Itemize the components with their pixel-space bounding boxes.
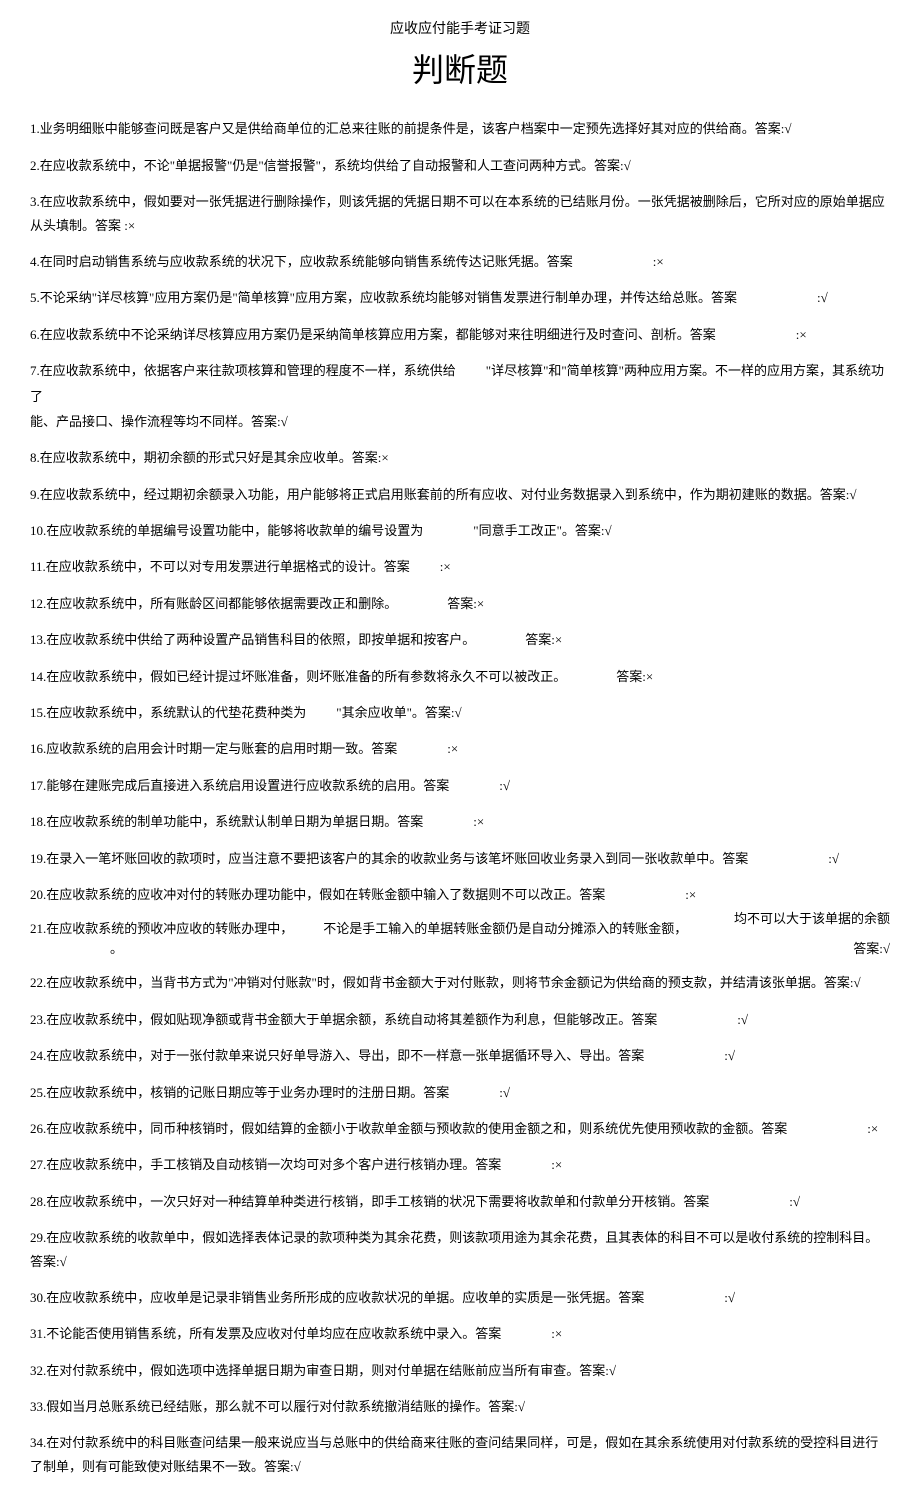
question-4: 4.在同时启动销售系统与应收款系统的状况下，应收款系统能够向销售系统传达记账凭据…: [30, 250, 890, 273]
main-title: 判断题: [30, 48, 890, 93]
question-21-text-a: 21.在应收款系统的预收冲应收的转账办理中，: [30, 921, 293, 936]
question-24-text: 24.在应收款系统中，对于一张付款单来说只好单导游入、导出，即不一样意一张单据循…: [30, 1048, 644, 1063]
question-25: 25.在应收款系统中，核销的记账日期应等于业务办理时的注册日期。答案 :√: [30, 1081, 890, 1104]
question-3: 3.在应收款系统中，假如要对一张凭据进行删除操作，则该凭据的凭据日期不可以在本系…: [30, 190, 890, 237]
question-23: 23.在应收款系统中，假如贴现净额或背书金额大于单据余额，系统自动将其差额作为利…: [30, 1008, 890, 1031]
question-30-text: 30.在应收款系统中，应收单是记录非销售业务所形成的应收款状况的单据。应收单的实…: [30, 1290, 644, 1305]
question-34: 34.在对付款系统中的科目账查问结果一般来说应当与总账中的供给商来往账的查问结果…: [30, 1431, 890, 1478]
question-19-text: 19.在录入一笔坏账回收的款项时，应当注意不要把该客户的其余的收款业务与该笔坏账…: [30, 851, 748, 866]
question-14-text: 14.在应收款系统中，假如已经计提过坏账准备，则坏账准备的所有参数将永久不可以被…: [30, 669, 566, 684]
question-6: 6.在应收款系统中不论采纳详尽核算应用方案仍是采纳简单核算应用方案，都能够对来往…: [30, 323, 890, 346]
question-11-text: 11.在应收款系统中，不可以对专用发票进行单据格式的设计。答案: [30, 559, 410, 574]
question-30-answer: :√: [724, 1290, 735, 1305]
question-22: 22.在应收款系统中，当背书方式为"冲销对付账款"时，假如背书金额大于对付账款，…: [30, 971, 890, 994]
question-20-text: 20.在应收款系统的应收冲对付的转账办理功能中，假如在转账金额中输入了数据则不可…: [30, 887, 605, 902]
question-23-answer: :√: [737, 1012, 748, 1027]
question-15-text-a: 15.在应收款系统中，系统默认的代垫花费种类为: [30, 705, 306, 720]
question-20-answer: :×: [685, 887, 696, 902]
question-7: 7.在应收款系统中，依据客户来往款项核算和管理的程度不一样，系统供给 "详尽核算"…: [30, 359, 890, 382]
question-21-answer: 答案:√: [853, 939, 890, 959]
question-33: 33.假如当月总账系统已经结账，那么就不可以履行对付款系统撤消结账的操作。答案:…: [30, 1395, 890, 1418]
question-21-text-c: 均不可以大于该单据的余额: [734, 911, 890, 926]
question-10-text-b: "同意手工改正"。答案:√: [473, 523, 611, 538]
question-25-text: 25.在应收款系统中，核销的记账日期应等于业务办理时的注册日期。答案: [30, 1085, 449, 1100]
question-28: 28.在应收款系统中，一次只好对一种结算单种类进行核销，即手工核销的状况下需要将…: [30, 1190, 890, 1213]
question-32: 32.在对付款系统中，假如选项中选择单据日期为审查日期，则对付单据在结账前应当所…: [30, 1359, 890, 1382]
question-26-answer: :×: [867, 1121, 878, 1136]
question-31-answer: :×: [551, 1326, 562, 1341]
question-1: 1.业务明细账中能够查问既是客户又是供给商单位的汇总来往账的前提条件是，该客户档…: [30, 117, 890, 140]
question-21: 均不可以大于该单据的余额 21.在应收款系统的预收冲应收的转账办理中，不论是手工…: [30, 919, 890, 958]
question-15: 15.在应收款系统中，系统默认的代垫花费种类为 "其余应收单"。答案:√: [30, 701, 890, 724]
question-27: 27.在应收款系统中，手工核销及自动核销一次均可对多个客户进行核销办理。答案 :×: [30, 1153, 890, 1176]
question-8: 8.在应收款系统中，期初余额的形式只好是其余应收单。答案:×: [30, 446, 890, 469]
question-24-answer: :√: [724, 1048, 735, 1063]
question-10: 10.在应收款系统的单据编号设置功能中，能够将收款单的编号设置为 "同意手工改正"…: [30, 519, 890, 542]
question-14: 14.在应收款系统中，假如已经计提过坏账准备，则坏账准备的所有参数将永久不可以被…: [30, 665, 890, 688]
question-16-answer: :×: [447, 741, 458, 756]
question-28-text: 28.在应收款系统中，一次只好对一种结算单种类进行核销，即手工核销的状况下需要将…: [30, 1194, 709, 1209]
question-31-text: 31.不论能否使用销售系统，所有发票及应收对付单均应在应收款系统中录入。答案: [30, 1326, 501, 1341]
question-17: 17.能够在建账完成后直接进入系统启用设置进行应收款系统的启用。答案 :√: [30, 774, 890, 797]
question-5-answer: :√: [817, 290, 828, 305]
question-18-answer: :×: [473, 814, 484, 829]
question-18: 18.在应收款系统的制单功能中，系统默认制单日期为单据日期。答案 :×: [30, 810, 890, 833]
question-4-answer: :×: [653, 254, 664, 269]
question-7-text-b: "详尽核算"和"简单核算"两种应用方案。不一样的应用方案，其系统功: [486, 363, 884, 378]
question-16: 16.应收款系统的启用会计时期一定与账套的启用时期一致。答案 :×: [30, 737, 890, 760]
question-11-answer: :×: [440, 559, 451, 574]
question-26: 26.在应收款系统中，同币种核销时，假如结算的金额小于收款单金额与预收款的使用金…: [30, 1117, 890, 1140]
question-27-answer: :×: [551, 1157, 562, 1172]
question-18-text: 18.在应收款系统的制单功能中，系统默认制单日期为单据日期。答案: [30, 814, 423, 829]
question-6-text: 6.在应收款系统中不论采纳详尽核算应用方案仍是采纳简单核算应用方案，都能够对来往…: [30, 327, 716, 342]
subtitle: 应收应付能手考证习题: [30, 20, 890, 40]
question-26-text: 26.在应收款系统中，同币种核销时，假如结算的金额小于收款单金额与预收款的使用金…: [30, 1121, 787, 1136]
question-21-text-d: 。: [110, 941, 123, 956]
question-4-text: 4.在同时启动销售系统与应收款系统的状况下，应收款系统能够向销售系统传达记账凭据…: [30, 254, 573, 269]
question-5: 5.不论采纳"详尽核算"应用方案仍是"简单核算"应用方案，应收款系统均能够对销售…: [30, 286, 890, 309]
question-12-answer: 答案:×: [447, 596, 484, 611]
question-13-answer: 答案:×: [525, 632, 562, 647]
question-7-d: 能、产品接口、操作流程等均不同样。答案:√: [30, 410, 890, 433]
question-29: 29.在应收款系统的收款单中，假如选择表体记录的款项种类为其余花费，则该款项用途…: [30, 1226, 890, 1273]
question-5-text: 5.不论采纳"详尽核算"应用方案仍是"简单核算"应用方案，应收款系统均能够对销售…: [30, 290, 737, 305]
question-10-text-a: 10.在应收款系统的单据编号设置功能中，能够将收款单的编号设置为: [30, 523, 423, 538]
question-25-answer: :√: [499, 1085, 510, 1100]
question-21-text-b: 不论是手工输入的单据转账金额仍是自动分摊添入的转账金额，: [323, 921, 687, 936]
question-24: 24.在应收款系统中，对于一张付款单来说只好单导游入、导出，即不一样意一张单据循…: [30, 1044, 890, 1067]
question-28-answer: :√: [789, 1194, 800, 1209]
question-12-text: 12.在应收款系统中，所有账龄区间都能够依据需要改正和删除。: [30, 596, 397, 611]
question-12: 12.在应收款系统中，所有账龄区间都能够依据需要改正和删除。 答案:×: [30, 592, 890, 615]
question-7-c: 了: [30, 385, 890, 408]
question-31: 31.不论能否使用销售系统，所有发票及应收对付单均应在应收款系统中录入。答案 :×: [30, 1322, 890, 1345]
question-13: 13.在应收款系统中供给了两种设置产品销售科目的依照，即按单据和按客户。 答案:×: [30, 628, 890, 651]
question-20: 20.在应收款系统的应收冲对付的转账办理功能中，假如在转账金额中输入了数据则不可…: [30, 883, 890, 906]
question-17-text: 17.能够在建账完成后直接进入系统启用设置进行应收款系统的启用。答案: [30, 778, 449, 793]
question-11: 11.在应收款系统中，不可以对专用发票进行单据格式的设计。答案 :×: [30, 555, 890, 578]
question-2: 2.在应收款系统中，不论"单据报警"仍是"信誉报警"，系统均供给了自动报警和人工…: [30, 154, 890, 177]
question-17-answer: :√: [499, 778, 510, 793]
question-14-answer: 答案:×: [616, 669, 653, 684]
question-19: 19.在录入一笔坏账回收的款项时，应当注意不要把该客户的其余的收款业务与该笔坏账…: [30, 847, 890, 870]
question-23-text: 23.在应收款系统中，假如贴现净额或背书金额大于单据余额，系统自动将其差额作为利…: [30, 1012, 657, 1027]
question-9: 9.在应收款系统中，经过期初余额录入功能，用户能够将正式启用账套前的所有应收、对…: [30, 483, 890, 506]
question-27-text: 27.在应收款系统中，手工核销及自动核销一次均可对多个客户进行核销办理。答案: [30, 1157, 501, 1172]
question-30: 30.在应收款系统中，应收单是记录非销售业务所形成的应收款状况的单据。应收单的实…: [30, 1286, 890, 1309]
question-6-answer: :×: [796, 327, 807, 342]
question-16-text: 16.应收款系统的启用会计时期一定与账套的启用时期一致。答案: [30, 741, 397, 756]
question-7-text-a: 7.在应收款系统中，依据客户来往款项核算和管理的程度不一样，系统供给: [30, 363, 456, 378]
question-13-text: 13.在应收款系统中供给了两种设置产品销售科目的依照，即按单据和按客户。: [30, 632, 475, 647]
question-15-text-b: "其余应收单"。答案:√: [336, 705, 461, 720]
question-19-answer: :√: [828, 851, 839, 866]
